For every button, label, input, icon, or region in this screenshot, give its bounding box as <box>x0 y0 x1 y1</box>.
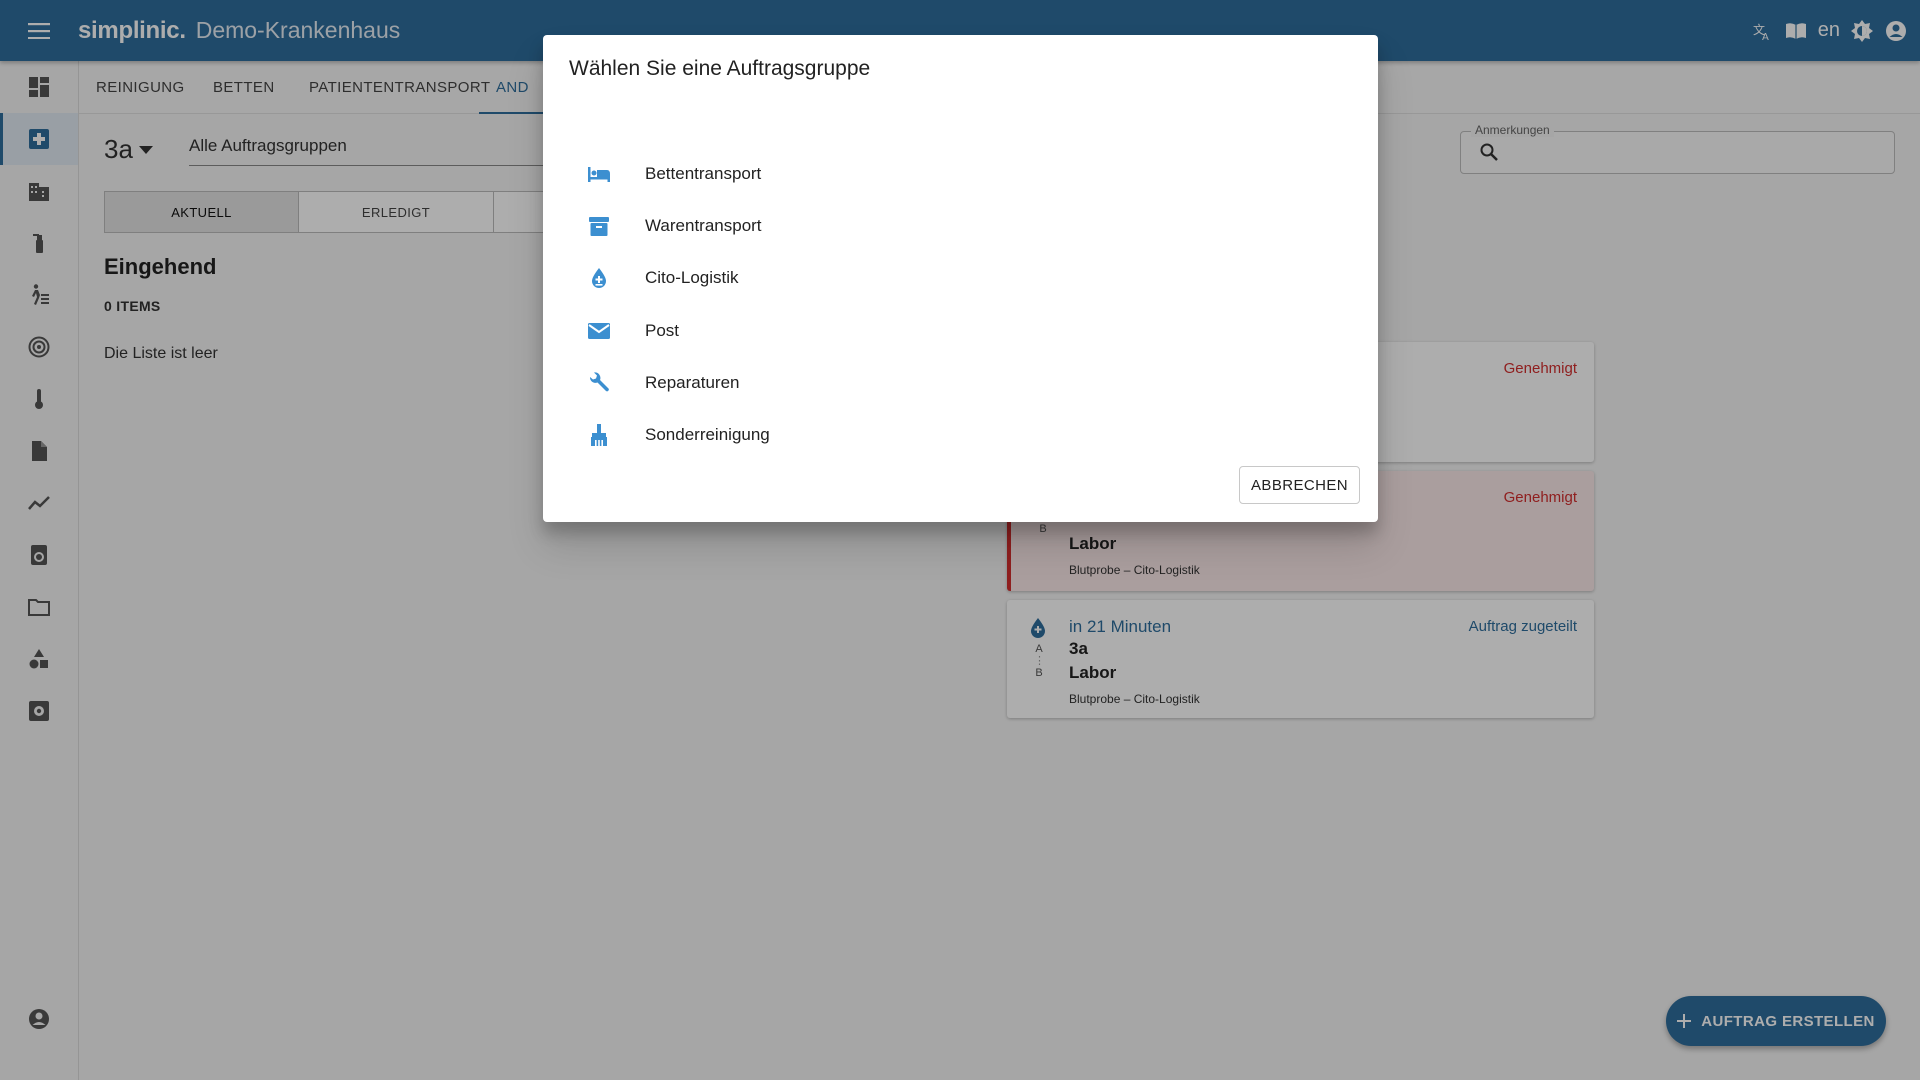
blood-drop-icon <box>587 266 611 290</box>
dialog-title: Wählen Sie eine Auftragsgruppe <box>569 57 871 80</box>
mail-icon <box>587 319 611 343</box>
dialog-item-post[interactable]: Post <box>543 305 1378 357</box>
dialog-item-bettentransport[interactable]: Bettentransport <box>543 148 1378 200</box>
dialog-item-label: Reparaturen <box>645 373 740 392</box>
dialog-item-reparaturen[interactable]: Reparaturen <box>543 357 1378 409</box>
dialog-item-cito-logistik[interactable]: Cito-Logistik <box>543 252 1378 304</box>
order-group-dialog: Wählen Sie eine Auftragsgruppe Bettentra… <box>543 35 1378 522</box>
dialog-item-label: Post <box>645 321 680 340</box>
bed-icon <box>587 162 611 186</box>
wrench-icon <box>587 371 611 395</box>
dialog-item-label: Warentransport <box>645 216 762 235</box>
cleaning-icon <box>587 423 611 447</box>
dialog-item-label: Cito-Logistik <box>645 268 739 287</box>
dialog-item-label: Bettentransport <box>645 164 762 183</box>
cancel-button[interactable]: ABBRECHEN <box>1239 466 1360 504</box>
archive-icon <box>587 214 611 238</box>
dialog-item-sonderreinigung[interactable]: Sonderreinigung <box>543 409 1378 461</box>
dialog-item-warentransport[interactable]: Warentransport <box>543 200 1378 252</box>
dialog-item-label: Sonderreinigung <box>645 425 770 444</box>
